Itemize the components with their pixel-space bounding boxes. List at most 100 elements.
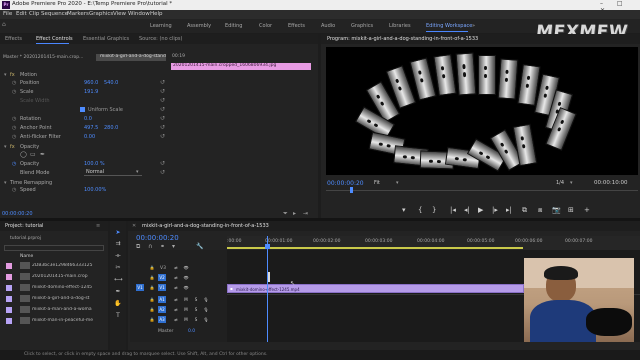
track-label[interactable]: V2 <box>158 274 166 281</box>
type-tool-icon[interactable]: T <box>114 312 122 320</box>
program-video-frame[interactable] <box>326 47 638 175</box>
workspace-editing-workspace[interactable]: Editing Workspace <box>426 23 472 29</box>
stopwatch-icon[interactable]: ◷ <box>12 187 16 193</box>
motion-section[interactable]: ▾ fx Motion <box>0 71 160 79</box>
timeline-timecode[interactable]: 00:00:00:20 <box>136 234 179 242</box>
source-patch-v1[interactable]: V1 <box>136 284 144 291</box>
wrench-icon[interactable]: 🔧 <box>196 243 203 250</box>
reset-icon[interactable]: ↺ <box>160 115 165 122</box>
reset-icon[interactable]: ↺ <box>160 79 165 86</box>
scale-value[interactable]: 191.9 <box>84 89 98 95</box>
clip-selector[interactable]: mixkit-a-girl-and-a-dog-standi... <box>96 54 166 61</box>
comparison-view-icon[interactable]: ⊞ <box>568 206 574 214</box>
microphone-icon[interactable]: 🎙 <box>202 316 210 323</box>
expand-chevron-icon[interactable]: ▾ <box>4 144 7 150</box>
blend-mode-select[interactable]: Normal <box>84 169 142 176</box>
timeline-clip[interactable]: ▪ mixkit-domino-effect-1245.mp4 <box>227 284 524 293</box>
opacity-section[interactable]: ▾ fx Opacity <box>0 143 160 151</box>
export-icon[interactable]: ⇥ <box>303 210 308 217</box>
close-icon[interactable]: ✕ <box>132 223 136 229</box>
menu-markers[interactable]: Markers <box>67 11 89 17</box>
home-icon[interactable]: ⌂ <box>2 21 6 28</box>
stopwatch-icon[interactable]: ◷ <box>12 80 16 86</box>
rectangle-mask-icon[interactable]: ▭ <box>30 151 36 158</box>
reset-icon[interactable]: ↺ <box>160 88 165 95</box>
anchor-y-value[interactable]: 280.0 <box>104 125 118 131</box>
sync-lock-icon[interactable]: ⇄ <box>172 284 180 291</box>
playhead-line[interactable] <box>267 236 268 342</box>
label-color-swatch[interactable] <box>6 285 12 291</box>
rotation-value[interactable]: 0.0 <box>84 116 92 122</box>
workspace-color[interactable]: Color <box>259 23 272 29</box>
mark-out-icon[interactable]: } <box>432 206 436 214</box>
project-search-input[interactable] <box>4 245 104 251</box>
sync-lock-icon[interactable]: ⇄ <box>172 316 180 323</box>
workspace-effects[interactable]: Effects <box>288 23 305 29</box>
lock-icon[interactable]: 🔒 <box>148 274 156 281</box>
tab-effects[interactable]: Effects <box>5 36 22 42</box>
camera-icon[interactable]: 📷 <box>552 206 561 214</box>
microphone-icon[interactable]: 🎙 <box>202 296 210 303</box>
reset-icon[interactable]: ↺ <box>160 106 165 113</box>
stopwatch-icon[interactable]: ◷ <box>12 161 16 167</box>
tab-program[interactable]: Program: mixkit-a-girl-and-a-dog-standin… <box>327 36 478 42</box>
pen-tool-icon[interactable]: ✒ <box>114 288 122 296</box>
label-color-swatch[interactable] <box>6 307 12 313</box>
selection-tool-icon[interactable]: ➤ <box>114 229 122 237</box>
go-to-out-icon[interactable]: ▸| <box>506 206 512 214</box>
menu-graphics[interactable]: Graphics <box>89 11 113 17</box>
play-icon[interactable]: ▶ <box>478 206 483 214</box>
menu-file[interactable]: File <box>3 11 12 17</box>
playhead-handle[interactable] <box>265 244 270 249</box>
solo-button[interactable]: S <box>192 296 200 303</box>
track-label[interactable]: A1 <box>158 296 166 303</box>
fit-select[interactable]: Fit <box>374 180 404 187</box>
reset-icon[interactable]: ↺ <box>160 133 165 140</box>
label-color-swatch[interactable] <box>6 263 12 269</box>
pen-mask-icon[interactable]: ✒ <box>40 151 45 158</box>
uniform-scale-checkbox[interactable] <box>80 107 85 112</box>
add-marker-icon[interactable]: ▾ <box>172 243 175 250</box>
hand-tool-icon[interactable]: ✋ <box>114 300 122 308</box>
track-select-tool-icon[interactable]: ⇉ <box>114 240 122 248</box>
project-item[interactable]: mixkit-domino-effect-1245 <box>6 284 98 292</box>
track-label[interactable]: V1 <box>158 284 166 291</box>
tab-source[interactable]: Source: (no clips) <box>139 36 182 42</box>
mute-button[interactable]: M <box>182 316 190 323</box>
antiflicker-value[interactable]: 0.00 <box>84 134 95 140</box>
lock-icon[interactable]: 🔒 <box>148 316 156 323</box>
menu-sequence[interactable]: Sequence <box>41 11 68 17</box>
position-x-value[interactable]: 960.0 <box>84 80 98 86</box>
master-clip-label[interactable]: Master * 20201201415-main.crop... <box>3 55 83 60</box>
stopwatch-icon[interactable]: ◷ <box>12 125 16 131</box>
snap-icon[interactable]: ∩ <box>148 243 152 250</box>
opacity-value[interactable]: 100.0 % <box>84 161 105 167</box>
slip-tool-icon[interactable]: ⟷ <box>114 276 123 284</box>
stopwatch-icon[interactable]: ◷ <box>12 116 16 122</box>
mute-button[interactable]: M <box>182 306 190 313</box>
ec-current-timecode[interactable]: 00:00:00:20 <box>2 211 33 217</box>
eye-icon[interactable]: 👁 <box>182 274 190 281</box>
eye-icon[interactable]: 👁 <box>182 284 190 291</box>
tab-project[interactable]: Project: tutorial <box>5 223 43 229</box>
lift-icon[interactable]: ⧉ <box>522 206 527 215</box>
work-area-bar[interactable] <box>227 247 523 249</box>
lock-icon[interactable]: 🔒 <box>148 264 156 271</box>
ripple-edit-tool-icon[interactable]: ⟛ <box>114 252 122 260</box>
mark-in-icon[interactable]: { <box>418 206 422 214</box>
speed-value[interactable]: 100.00% <box>84 187 106 193</box>
resolution-select[interactable]: 1/4 <box>556 180 564 186</box>
lock-icon[interactable]: 🔒 <box>148 284 156 291</box>
label-color-swatch[interactable] <box>6 296 12 302</box>
play-only-icon[interactable]: ▸ <box>293 210 296 217</box>
workspace-audio[interactable]: Audio <box>321 23 335 29</box>
window-controls[interactable]: – □ ✕ <box>600 0 634 14</box>
microphone-icon[interactable]: 🎙 <box>202 306 210 313</box>
ellipse-mask-icon[interactable]: ◯ <box>20 151 27 158</box>
time-ruler[interactable]: :00:00 00:00:01:00 00:00:02:00 00:00:03:… <box>227 236 640 250</box>
name-column-header[interactable]: Name <box>20 254 33 259</box>
sync-lock-icon[interactable]: ⇄ <box>172 264 180 271</box>
workspace-assembly[interactable]: Assembly <box>187 23 211 29</box>
stopwatch-icon[interactable]: ◷ <box>12 89 16 95</box>
tab-essential-graphics[interactable]: Essential Graphics <box>83 36 129 42</box>
